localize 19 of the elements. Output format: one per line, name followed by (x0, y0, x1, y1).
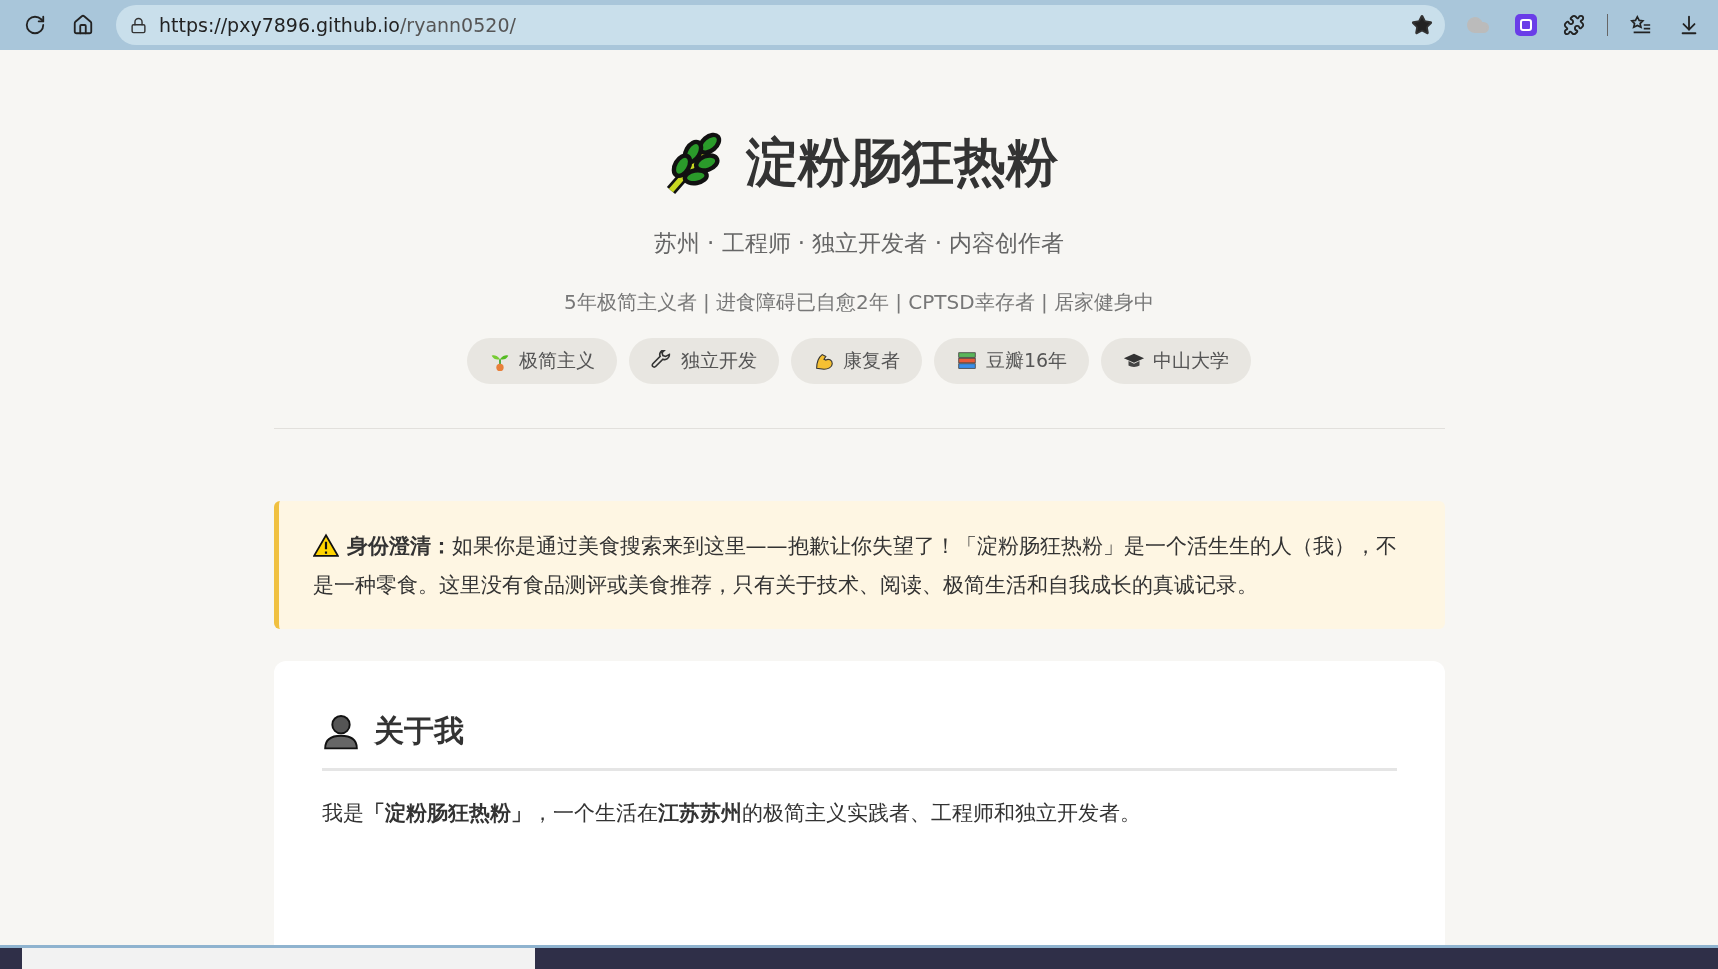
lock-icon (130, 16, 147, 34)
books-icon (955, 350, 978, 372)
warning-icon (312, 533, 339, 557)
tag-label: 中山大学 (1153, 348, 1230, 373)
tag-label: 豆瓣16年 (985, 348, 1068, 373)
star-icon[interactable] (1411, 14, 1433, 36)
page-title: 淀粉肠狂热粉 (746, 131, 1058, 194)
address-bar[interactable]: https://pxy7896.github.io/ryann0520/ (116, 5, 1445, 45)
tagline: 5年极简主义者 | 进食障碍已自愈2年 | CPTSD幸存者 | 居家健身中 (563, 289, 1155, 316)
subtitle: 苏州 · 工程师 · 独立开发者 · 内容创作者 (653, 229, 1065, 258)
tag-label: 康复者 (842, 348, 900, 373)
person-icon (321, 712, 360, 751)
tag-label: 独立开发 (680, 348, 757, 373)
notice-text: 身份澄清：如果你是通过美食搜索来到这里——抱歉让你失望了！「淀粉肠狂热粉」是一个活生生的人（我），不是一种零食。这里没有食品测评或美食推荐，只有关于技术、阅读、极简生活和自我成长的真诚记录。 (312, 532, 1398, 599)
section-title: 关于我 (373, 711, 464, 750)
square-icon (1514, 13, 1538, 37)
list-star-icon (1630, 14, 1652, 36)
about-text: 我是「淀粉肠狂热粉」，一个生活在江苏苏州的极简主义实践者、工程师和独立开发者。 (321, 799, 1142, 827)
tag-label: 极简主义 (518, 348, 595, 373)
